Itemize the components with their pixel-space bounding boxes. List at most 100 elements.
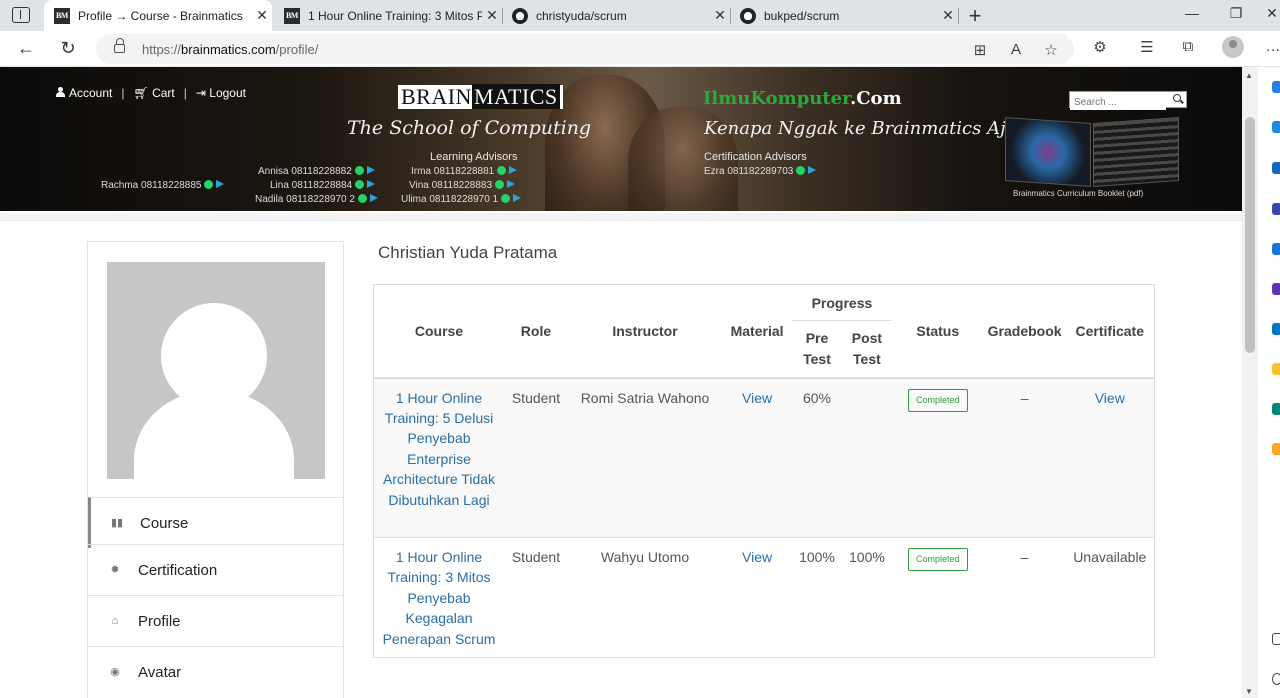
close-icon[interactable]: ✕ (938, 7, 958, 24)
material-view-link[interactable]: View (742, 549, 772, 565)
header-divider (0, 213, 1242, 221)
search-input[interactable] (1070, 95, 1166, 110)
window-close-icon[interactable]: ✕ (1262, 5, 1280, 22)
user-circle-icon: ◉ (110, 666, 120, 678)
ilmukomputer-logo[interactable]: IlmuKomputer.Com (703, 88, 902, 109)
advisor-phone: Lina 08118228884 (270, 180, 376, 191)
browser-profile-avatar[interactable] (1222, 36, 1244, 58)
booklet-label[interactable]: Brainmatics Curriculum Booklet (pdf) (1013, 189, 1143, 198)
profile-name: Christian Yuda Pratama (378, 243, 558, 262)
tab-title: 1 Hour Online Training: 3 Mitos P (308, 8, 482, 23)
avatar-body-shape (134, 390, 294, 479)
restore-icon[interactable]: ❐ (1226, 5, 1246, 22)
sidebar-item-certification[interactable]: ✹ Certification (88, 544, 343, 595)
avatar-placeholder-image (107, 262, 325, 479)
role-cell: Student (504, 536, 568, 658)
sidebar-item-label: Course (140, 514, 189, 532)
telegram-icon (367, 180, 376, 188)
course-link[interactable]: 1 Hour Online Training: 3 Mitos Penyebab… (383, 549, 496, 647)
games-icon[interactable] (1272, 203, 1280, 215)
sidebar-item-profile[interactable]: ⌂ Profile (88, 595, 343, 646)
github-icon (740, 7, 756, 24)
whatsapp-icon (495, 180, 505, 189)
brainmatics-logo[interactable]: BRAINMATICS (398, 84, 563, 109)
advisor-phone: Annisa 08118228882 (258, 166, 375, 177)
minimize-icon[interactable]: — (1182, 5, 1202, 21)
lock-icon (114, 38, 125, 53)
telegram-icon (509, 166, 518, 174)
favorites-icon[interactable]: ☰ (1136, 38, 1158, 56)
whatsapp-icon (357, 194, 367, 203)
close-icon[interactable]: ✕ (710, 7, 730, 24)
refresh-icon[interactable]: ↻ (57, 38, 79, 59)
url-field[interactable]: https://brainmatics.com/profile/ ⊞ A ☆ (96, 34, 1074, 64)
column-header-course: Course (414, 322, 464, 339)
post-test-cell: 100% (841, 536, 892, 658)
cart-link[interactable]: 🛒︎ Cart (133, 86, 174, 100)
designer-icon[interactable] (1272, 443, 1280, 455)
app-available-icon[interactable]: ⊞ (969, 41, 991, 59)
booklet-page (1005, 116, 1091, 188)
favorite-add-icon[interactable]: ☆ (1040, 41, 1062, 59)
account-link[interactable]: Account (56, 86, 112, 100)
book-icon: ▮▮ (111, 517, 124, 529)
browser-tab-bukped[interactable]: bukped/scrum ✕ (730, 0, 958, 31)
bing-icon[interactable] (1272, 363, 1280, 375)
sidebar-item-avatar[interactable]: ◉ Avatar (88, 646, 343, 697)
column-header-post-test: Post Test (851, 329, 883, 367)
course-link[interactable]: 1 Hour Online Training: 5 Delusi Penyeba… (383, 390, 495, 508)
scroll-up-icon[interactable]: ▲ (1245, 71, 1253, 80)
drop-icon[interactable] (1272, 403, 1280, 415)
telegram-icon (513, 194, 522, 202)
extensions-icon[interactable]: ⚙ (1089, 38, 1111, 56)
search-icon[interactable] (1173, 94, 1181, 102)
discover-icon[interactable] (1272, 121, 1280, 133)
instructor-cell: Wahyu Utomo (567, 536, 723, 658)
browser-tab-training[interactable]: BM 1 Hour Online Training: 3 Mitos P ✕ (274, 0, 502, 31)
close-icon[interactable]: ✕ (482, 7, 502, 24)
outlook-icon[interactable] (1272, 283, 1280, 295)
browser-tab-christyuda[interactable]: christyuda/scrum ✕ (502, 0, 730, 31)
scroll-thumb[interactable] (1245, 117, 1255, 353)
advisor-phone: Irma 08118228881 (411, 166, 518, 177)
material-view-link[interactable]: View (742, 390, 772, 406)
office-icon[interactable] (1272, 243, 1280, 255)
close-icon[interactable]: ✕ (252, 7, 272, 24)
page-scrollbar[interactable]: ▲ ▼ (1242, 67, 1258, 698)
curriculum-booklet-image[interactable] (1003, 116, 1179, 188)
advisor-phone: Ulima 08118228970 1 (401, 194, 522, 205)
account-links: Account | 🛒︎ Cart | ⇥ Logout (56, 86, 246, 100)
column-header-certificate: Certificate (1075, 322, 1144, 339)
home-icon: ⌂ (111, 615, 119, 627)
user-icon (56, 87, 65, 97)
scroll-down-icon[interactable]: ▼ (1245, 687, 1253, 696)
tools-icon[interactable] (1272, 162, 1280, 174)
sidebar-item-course[interactable]: ▮▮ Course (88, 497, 343, 548)
browser-tab-profile[interactable]: BM Profile → Course - Brainmatics ✕ (44, 0, 272, 31)
tagline-right: Kenapa Nggak ke Brainmatics Aja? (704, 118, 1027, 139)
search-sidebar-icon[interactable] (1272, 81, 1280, 93)
booklet-page (1093, 116, 1179, 188)
more-menu-icon[interactable]: … (1262, 38, 1280, 55)
table-row: 1 Hour Online Training: 5 Delusi Penyeba… (373, 377, 1155, 538)
gradebook-cell: – (983, 377, 1066, 538)
customize-icon[interactable] (1272, 673, 1280, 685)
collections-icon[interactable]: ⧉ (1177, 38, 1199, 55)
shopping-icon[interactable] (1272, 323, 1280, 335)
certificate-view-link[interactable]: View (1095, 390, 1125, 406)
certificate-cell: Unavailable (1065, 536, 1155, 658)
back-arrow-icon[interactable]: ← (15, 38, 37, 59)
pre-test-cell: 60% (792, 377, 842, 538)
sidebar-settings-icon[interactable] (1272, 633, 1280, 645)
new-tab-icon[interactable]: + (963, 3, 987, 29)
certification-advisors-title: Certification Advisors (704, 151, 807, 163)
sidebar-item-label: Profile (138, 612, 181, 630)
tab-actions-icon[interactable] (12, 7, 30, 23)
course-table: Course Role Instructor Material Progress… (373, 284, 1155, 659)
address-bar-row: ← ↻ https://brainmatics.com/profile/ ⊞ A… (0, 31, 1280, 67)
status-badge: Completed (908, 388, 968, 412)
column-header-gradebook: Gradebook (987, 322, 1062, 339)
read-aloud-icon[interactable]: A (1005, 41, 1027, 58)
logout-link[interactable]: ⇥ Logout (196, 86, 246, 100)
telegram-icon (808, 166, 817, 174)
